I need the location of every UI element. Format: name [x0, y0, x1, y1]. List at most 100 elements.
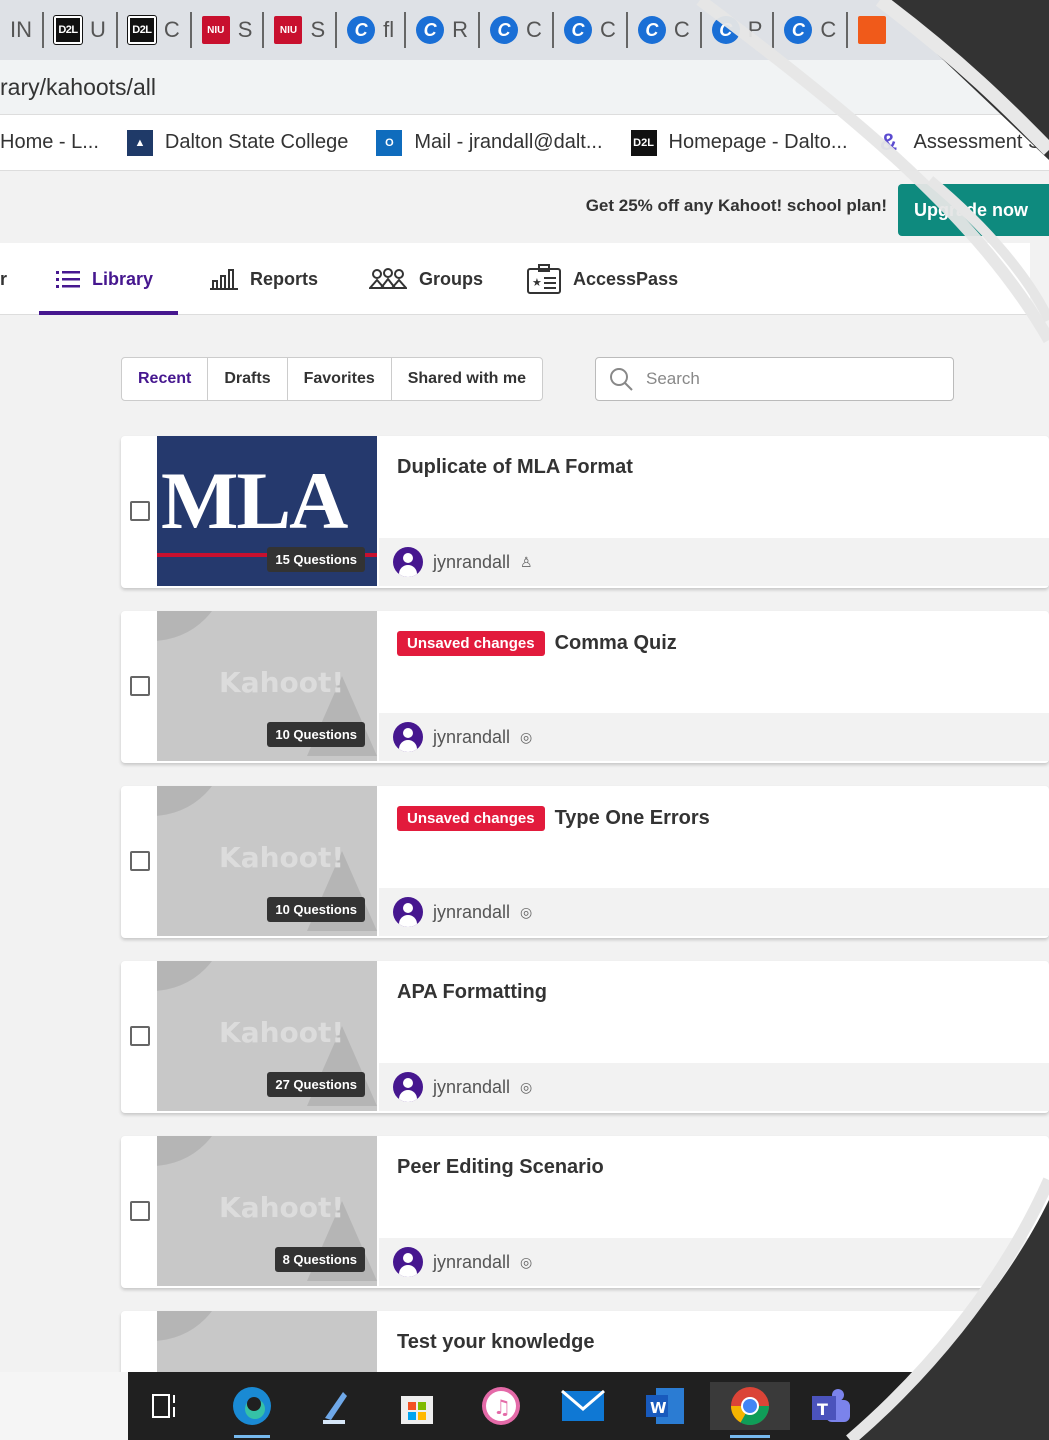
browser-tab[interactable]: CC [774, 12, 849, 48]
kahoot-title[interactable]: Type One Errors [555, 807, 710, 830]
filter-recent[interactable]: Recent [122, 358, 209, 400]
card-footer: jynrandall ◎ [379, 1238, 1049, 1286]
browser-tab[interactable]: CR [406, 12, 481, 48]
kahoot-logo: Kahoot! [219, 841, 345, 874]
nav-item-partial[interactable]: r [0, 243, 7, 315]
creative-cloud-icon[interactable] [311, 1382, 359, 1430]
public-icon: ◎ [520, 1078, 533, 1095]
tab-label: U [90, 17, 106, 42]
netflix-icon[interactable]: N [971, 1382, 1019, 1430]
select-checkbox[interactable] [130, 1026, 150, 1046]
tab-label: IN [10, 17, 32, 42]
browser-tab[interactable]: NIU S [192, 12, 265, 48]
question-count-badge: 10 Questions [267, 897, 365, 922]
unsaved-badge: Unsaved changes [397, 806, 545, 831]
browser-tab[interactable] [848, 12, 896, 48]
browser-tab[interactable]: CC [628, 12, 702, 48]
taskbar-search-area[interactable] [0, 1372, 128, 1440]
browser-tab[interactable]: CP [702, 12, 775, 48]
select-checkbox[interactable] [130, 501, 150, 521]
browser-tab[interactable]: D2L C [118, 12, 192, 48]
photos-icon[interactable] [889, 1382, 937, 1430]
bookmark-label: Assessment Sa [913, 131, 1049, 153]
browser-tab[interactable]: D2L U [44, 12, 118, 48]
nav-item-reports[interactable]: Reports [210, 243, 318, 315]
teams-icon[interactable]: T [806, 1382, 854, 1430]
kahoot-list: MLA 15 Questions Duplicate of MLA Format… [121, 436, 1049, 1440]
cover-shape [157, 961, 227, 991]
tab-label: R [452, 17, 469, 42]
card-footer: jynrandall ◎ [379, 1063, 1049, 1111]
kahoot-title[interactable]: Test your knowledge [397, 1331, 594, 1354]
kahoot-title[interactable]: Comma Quiz [555, 632, 677, 655]
browser-tab[interactable]: IN [0, 12, 44, 48]
kahoot-card[interactable]: Kahoot! 8 Questions Peer Editing Scenari… [121, 1136, 1049, 1288]
browser-tab[interactable]: Cfl [337, 12, 407, 48]
filter-favorites[interactable]: Favorites [288, 358, 392, 400]
nav-item-groups[interactable]: Groups [369, 243, 483, 315]
store-icon[interactable] [393, 1382, 441, 1430]
select-checkbox[interactable] [130, 851, 150, 871]
chrome-icon[interactable] [710, 1382, 790, 1438]
kahoot-title[interactable]: Duplicate of MLA Format [397, 456, 633, 479]
browser-tab[interactable]: NIU S [264, 12, 338, 48]
avatar [393, 547, 423, 577]
edge-icon[interactable] [228, 1382, 276, 1438]
screenshot-root: IN D2L U D2L C NIU S NIU S Cfl CR CC CC CC C… [0, 0, 1049, 1440]
mail-icon[interactable] [559, 1382, 607, 1430]
windows-taskbar: ♫ W T N [0, 1372, 1049, 1440]
question-count-badge: 8 Questions [274, 1247, 365, 1272]
bookmark-item[interactable]: ▲ Dalton State College [126, 129, 348, 156]
task-view-icon[interactable] [143, 1382, 191, 1430]
browser-tab[interactable]: CC [480, 12, 554, 48]
select-checkbox[interactable] [130, 676, 150, 696]
title-row: Unsaved changes Type One Errors [397, 806, 710, 831]
search-input[interactable] [646, 369, 926, 389]
main-nav: r Library Reports Groups ★ AccessPass [0, 243, 1030, 315]
kahoot-title[interactable]: Peer Editing Scenario [397, 1156, 604, 1179]
ce-icon: C [416, 16, 445, 44]
bookmark-item[interactable]: Home - L... [0, 131, 99, 154]
kahoot-card[interactable]: Kahoot! 27 Questions APA Formatting jynr… [121, 961, 1049, 1113]
kahoot-logo: Kahoot! [219, 1191, 345, 1224]
itunes-icon[interactable]: ♫ [477, 1382, 525, 1430]
running-indicator [730, 1435, 770, 1438]
filter-drafts[interactable]: Drafts [208, 358, 288, 400]
kahoot-card[interactable]: Kahoot! 10 Questions Unsaved changes Com… [121, 611, 1049, 763]
kahoot-title[interactable]: APA Formatting [397, 981, 547, 1004]
tab-label: C [599, 17, 616, 42]
private-icon: ♙ [520, 553, 533, 570]
address-bar[interactable]: rary/kahoots/all [0, 60, 1049, 115]
title-row: Unsaved changes Comma Quiz [397, 631, 677, 656]
search-icon [610, 368, 633, 391]
browser-tab[interactable]: CC [554, 12, 628, 48]
kahoot-logo: Kahoot! [219, 1016, 345, 1049]
tab-label: fl [383, 17, 395, 42]
tab-label: C [673, 17, 690, 42]
bookmark-item[interactable]: D2L Homepage - Dalto... [630, 129, 848, 156]
d2l-icon: D2L [630, 129, 657, 156]
tab-label: C [163, 17, 180, 42]
cover-image: Kahoot! 27 Questions [157, 961, 377, 1111]
kahoot-card[interactable]: MLA 15 Questions Duplicate of MLA Format… [121, 436, 1049, 588]
word-icon[interactable]: W [641, 1382, 689, 1430]
owner-name: jynrandall [433, 901, 511, 922]
promo-banner: Get 25% off any Kahoot! school plan! Upg… [0, 171, 1049, 243]
filter-shared[interactable]: Shared with me [392, 358, 542, 400]
bookmarks-bar: Home - L... ▲ Dalton State College O Mail … [0, 115, 1049, 171]
dsc-icon: ▲ [126, 129, 153, 156]
nav-item-library[interactable]: Library [56, 243, 153, 315]
bookmark-item[interactable]: & Assessment Sa [876, 129, 1049, 156]
ce-icon: C [711, 16, 740, 44]
select-checkbox[interactable] [130, 1201, 150, 1221]
bookmark-item[interactable]: O Mail - jrandall@dalt... [376, 129, 603, 156]
nav-item-accesspass[interactable]: ★ AccessPass [527, 243, 678, 315]
svg-text:♫: ♫ [493, 1395, 511, 1419]
kahoot-card[interactable]: Kahoot! 10 Questions Unsaved changes Typ… [121, 786, 1049, 938]
upgrade-button[interactable]: Upgrade now [898, 184, 1049, 236]
nav-label: AccessPass [573, 268, 679, 289]
promo-text: Get 25% off any Kahoot! school plan! [585, 196, 887, 215]
tab-label: C [820, 17, 837, 42]
search-box [595, 357, 954, 401]
bookmark-label: Homepage - Dalto... [668, 131, 848, 153]
